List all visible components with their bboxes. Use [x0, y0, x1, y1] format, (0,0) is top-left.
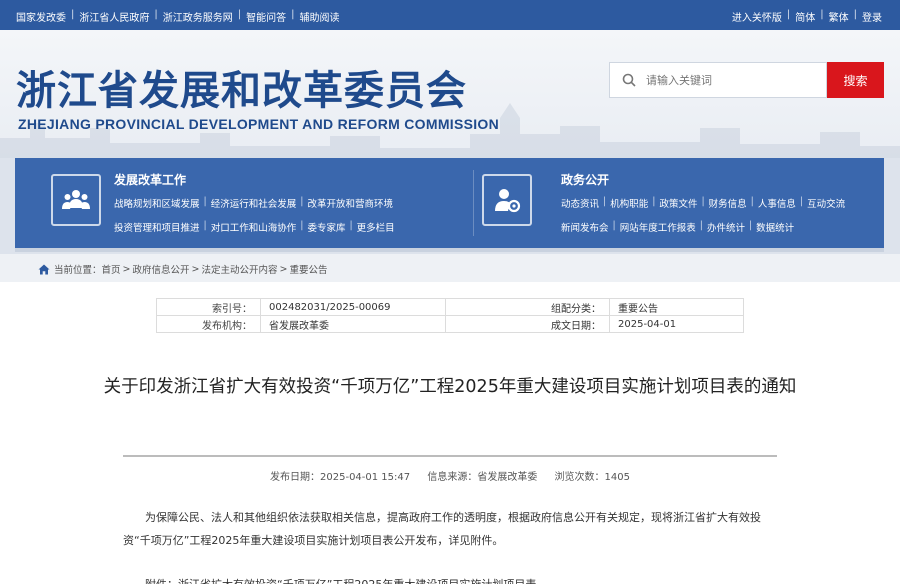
- written-date-value: 2025-04-01: [609, 315, 744, 333]
- nav-link-news[interactable]: 动态资讯: [561, 196, 599, 210]
- breadcrumb-announcements[interactable]: 重要公告: [289, 262, 327, 276]
- site-subtitle: ZHEJIANG PROVINCIAL DEVELOPMENT AND REFO…: [18, 116, 500, 132]
- info-source: 信息来源：省发展改革委: [427, 472, 538, 483]
- separator: |: [300, 196, 304, 207]
- nav-open-row2: 新闻发布会 | 网站年度工作报表 | 办件统计 | 数据统计: [561, 220, 794, 234]
- separator: |: [853, 9, 857, 20]
- top-link-assist-read[interactable]: 辅助阅读: [300, 9, 340, 24]
- breadcrumb-separator: >: [191, 263, 200, 275]
- search-input[interactable]: [646, 73, 796, 87]
- separator: |: [603, 196, 607, 207]
- separator: |: [652, 196, 656, 207]
- title-divider: [123, 455, 777, 457]
- breadcrumb-separator: >: [122, 263, 131, 275]
- nav-link-strategy[interactable]: 战略规划和区域发展: [114, 196, 200, 210]
- site-header: 浙江省发展和改革委员会 ZHEJIANG PROVINCIAL DEVELOPM…: [0, 30, 900, 158]
- separator: |: [71, 9, 75, 20]
- agency-label: 发布机构：: [156, 315, 261, 333]
- site-title[interactable]: 浙江省发展和改革委员会: [16, 58, 467, 116]
- top-bar: 国家发改委 | 浙江省人民政府 | 浙江政务服务网 | 智能问答 | 辅助阅读 进入关怀…: [0, 0, 900, 30]
- breadcrumb-home[interactable]: 首页: [102, 262, 121, 276]
- care-mode-link[interactable]: 进入关怀版: [732, 9, 782, 24]
- nav-link-more[interactable]: 更多栏目: [357, 220, 395, 234]
- publish-time: 发布日期：2025-04-01 15:47: [270, 472, 411, 483]
- top-link-ndrc[interactable]: 国家发改委: [16, 9, 66, 24]
- separator: |: [748, 220, 753, 231]
- login-link[interactable]: 登录: [862, 9, 882, 24]
- search-icon: [622, 73, 636, 87]
- nav-wrapper: 发展改革工作 战略规划和区域发展 | 经济运行和社会发展 | 改革开放和营商环境 投…: [0, 158, 900, 254]
- nav-link-pairing[interactable]: 对口工作和山海协作: [211, 220, 297, 234]
- nav-link-press[interactable]: 新闻发布会: [561, 220, 609, 234]
- breadcrumb-prefix: 当前位置：: [54, 265, 102, 276]
- index-value: 002482031/2025-00069: [260, 298, 446, 316]
- nav-work-row1: 战略规划和区域发展 | 经济运行和社会发展 | 改革开放和营商环境: [114, 196, 393, 210]
- written-date-label: 成文日期：: [445, 315, 610, 333]
- nav-work-title[interactable]: 发展改革工作: [114, 171, 186, 188]
- separator: |: [203, 220, 207, 231]
- separator: |: [612, 220, 616, 231]
- nav-panel: 发展改革工作 战略规划和区域发展 | 经济运行和社会发展 | 改革开放和营商环境 投…: [15, 158, 884, 248]
- nav-link-functions[interactable]: 机构职能: [610, 196, 648, 210]
- separator: |: [701, 196, 705, 207]
- nav-link-reform[interactable]: 改革开放和营商环境: [307, 196, 393, 210]
- nav-link-experts[interactable]: 委专家库: [307, 220, 345, 234]
- nav-open-row1: 动态资讯 | 机构职能 | 政策文件 | 财务信息 | 人事信息 | 互动交流: [561, 196, 845, 210]
- separator: |: [786, 9, 791, 20]
- table-row: 索引号： 002482031/2025-00069 组配分类： 重要公告: [156, 298, 744, 316]
- user-gear-icon[interactable]: [482, 174, 532, 226]
- publish-info: 发布日期：2025-04-01 15:47 信息来源：省发展改革委 浏览次数：1…: [0, 468, 900, 483]
- separator: |: [237, 9, 242, 20]
- traditional-link[interactable]: 繁体: [829, 9, 849, 24]
- search-box: [609, 62, 827, 98]
- nav-divider: [473, 170, 474, 236]
- table-row: 发布机构： 省发展改革委 成文日期： 2025-04-01: [156, 315, 744, 333]
- top-links-left: 国家发改委 | 浙江省人民政府 | 浙江政务服务网 | 智能问答 | 辅助阅读: [16, 9, 340, 24]
- category-value: 重要公告: [609, 298, 744, 316]
- index-label: 索引号：: [156, 298, 261, 316]
- top-link-smart-qa[interactable]: 智能问答: [246, 9, 286, 24]
- search-bar: 搜索: [609, 62, 884, 98]
- nav-link-annual-report[interactable]: 网站年度工作报表: [620, 220, 696, 234]
- breadcrumb-statutory[interactable]: 法定主动公开内容: [201, 262, 277, 276]
- nav-link-personnel[interactable]: 人事信息: [758, 196, 796, 210]
- simplified-link[interactable]: 简体: [795, 9, 815, 24]
- separator: |: [154, 9, 158, 20]
- separator: |: [699, 220, 703, 231]
- attachment-line[interactable]: 附件：浙江省扩大有效投资“千项万亿”工程2025年重大建设项目实施计划项目表: [145, 576, 536, 584]
- view-count: 浏览次数：1405: [554, 472, 630, 483]
- top-link-zj-service[interactable]: 浙江政务服务网: [163, 9, 233, 24]
- nav-open-title[interactable]: 政务公开: [561, 171, 609, 188]
- top-link-zj-gov[interactable]: 浙江省人民政府: [79, 9, 149, 24]
- separator: |: [750, 196, 754, 207]
- nav-work-row2: 投资管理和项目推进 | 对口工作和山海协作 | 委专家库 | 更多栏目: [114, 220, 395, 234]
- nav-link-interaction[interactable]: 互动交流: [807, 196, 845, 210]
- separator: |: [349, 220, 353, 231]
- people-group-icon[interactable]: [51, 174, 101, 226]
- nav-link-economy[interactable]: 经济运行和社会发展: [211, 196, 297, 210]
- nav-link-policy[interactable]: 政策文件: [659, 196, 697, 210]
- separator: |: [291, 9, 295, 20]
- top-links-right: 进入关怀版 | 简体 | 繁体 | 登录: [732, 9, 882, 24]
- article-paragraph: 为保障公民、法人和其他组织依法获取相关信息，提高政府工作的透明度，根据政府信息公…: [123, 511, 761, 547]
- breadcrumb-separator: >: [279, 263, 288, 275]
- search-button[interactable]: 搜索: [827, 62, 884, 98]
- article-title: 关于印发浙江省扩大有效投资“千项万亿”工程2025年重大建设项目实施计划项目表的…: [103, 377, 797, 397]
- nav-link-data-stats[interactable]: 数据统计: [756, 220, 794, 234]
- separator: |: [799, 196, 804, 207]
- category-label: 组配分类：: [445, 298, 610, 316]
- document-meta-table: 索引号： 002482031/2025-00069 组配分类： 重要公告 发布机…: [156, 298, 744, 333]
- separator: |: [203, 196, 207, 207]
- breadcrumb-info-open[interactable]: 政府信息公开: [133, 262, 190, 276]
- nav-link-case-stats[interactable]: 办件统计: [707, 220, 745, 234]
- agency-value: 省发展改革委: [260, 315, 446, 333]
- breadcrumb: 当前位置： 首页 > 政府信息公开 > 法定主动公开内容 > 重要公告: [0, 254, 900, 282]
- home-icon: [38, 264, 50, 274]
- nav-link-finance[interactable]: 财务信息: [709, 196, 747, 210]
- separator: |: [300, 220, 304, 231]
- nav-link-investment[interactable]: 投资管理和项目推进: [114, 220, 200, 234]
- separator: |: [820, 9, 824, 20]
